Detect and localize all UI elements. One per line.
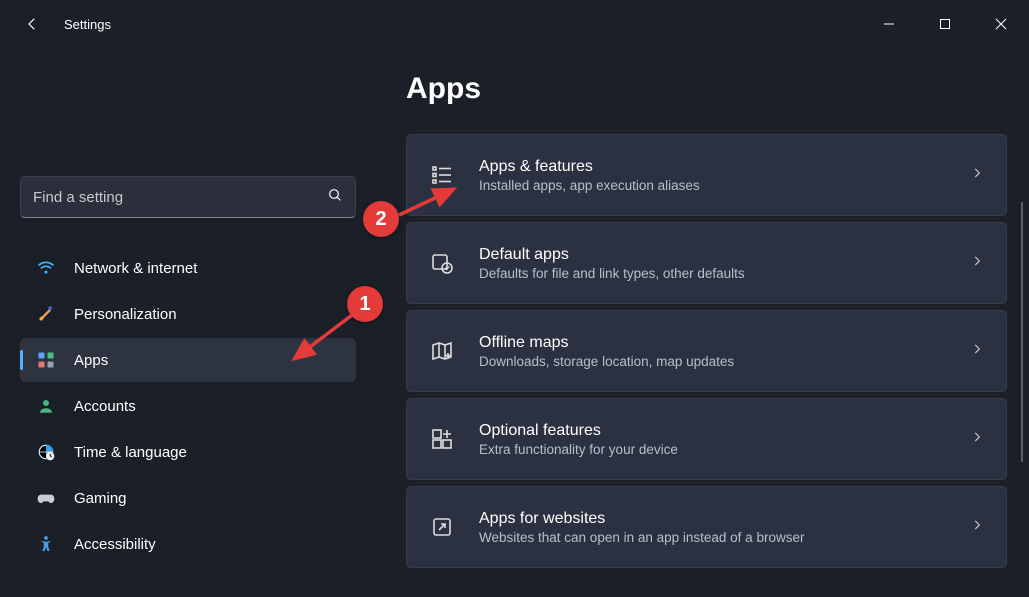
sidebar-item-label: Accounts <box>74 398 136 415</box>
window-controls <box>861 0 1029 48</box>
person-icon <box>36 396 56 416</box>
sidebar-item-personalization[interactable]: Personalization <box>20 292 356 336</box>
search-icon <box>327 187 343 208</box>
minimize-button[interactable] <box>861 0 917 48</box>
card-desc: Extra functionality for your device <box>479 442 970 457</box>
sidebar-item-label: Apps <box>74 352 108 369</box>
wifi-icon <box>36 258 56 278</box>
card-default-apps[interactable]: Default apps Defaults for file and link … <box>406 222 1007 304</box>
sidebar-item-time-language[interactable]: Time & language <box>20 430 356 474</box>
apps-icon <box>36 350 56 370</box>
sidebar-item-label: Network & internet <box>74 260 197 277</box>
accessibility-icon <box>36 534 56 554</box>
sidebar-item-label: Accessibility <box>74 536 156 553</box>
chevron-right-icon <box>970 342 984 361</box>
chevron-right-icon <box>970 518 984 537</box>
sidebar-item-network[interactable]: Network & internet <box>20 246 356 290</box>
card-desc: Downloads, storage location, map updates <box>479 354 970 369</box>
card-optional-features[interactable]: Optional features Extra functionality fo… <box>406 398 1007 480</box>
search-box[interactable] <box>20 176 356 218</box>
card-title: Apps for websites <box>479 510 970 528</box>
close-button[interactable] <box>973 0 1029 48</box>
card-apps-for-websites[interactable]: Apps for websites Websites that can open… <box>406 486 1007 568</box>
sidebar-item-gaming[interactable]: Gaming <box>20 476 356 520</box>
clock-globe-icon <box>36 442 56 462</box>
title-bar: Settings <box>0 0 1029 48</box>
sidebar-item-label: Time & language <box>74 444 187 461</box>
paintbrush-icon <box>36 304 56 324</box>
chevron-right-icon <box>970 430 984 449</box>
card-title: Offline maps <box>479 334 970 352</box>
sidebar-item-label: Personalization <box>74 306 177 323</box>
card-offline-maps[interactable]: Offline maps Downloads, storage location… <box>406 310 1007 392</box>
search-input[interactable] <box>33 189 327 206</box>
chevron-right-icon <box>970 254 984 273</box>
maximize-button[interactable] <box>917 0 973 48</box>
chevron-right-icon <box>970 166 984 185</box>
add-feature-icon <box>429 426 455 452</box>
card-desc: Websites that can open in an app instead… <box>479 530 970 545</box>
sidebar-item-accounts[interactable]: Accounts <box>20 384 356 428</box>
card-desc: Installed apps, app execution aliases <box>479 178 970 193</box>
window-title: Settings <box>64 17 111 32</box>
card-apps-features[interactable]: Apps & features Installed apps, app exec… <box>406 134 1007 216</box>
gamepad-icon <box>36 488 56 508</box>
card-title: Default apps <box>479 246 970 264</box>
sidebar-nav: Network & internet Personalization <box>20 246 356 566</box>
page-title: Apps <box>406 72 1007 106</box>
back-button[interactable] <box>20 12 44 36</box>
scrollbar[interactable] <box>1021 202 1023 462</box>
settings-card-list: Apps & features Installed apps, app exec… <box>406 134 1007 568</box>
card-desc: Defaults for file and link types, other … <box>479 266 970 281</box>
open-external-icon <box>429 514 455 540</box>
map-icon <box>429 338 455 364</box>
sidebar-item-apps[interactable]: Apps <box>20 338 356 382</box>
card-title: Optional features <box>479 422 970 440</box>
defaults-icon <box>429 250 455 276</box>
list-icon <box>429 162 455 188</box>
sidebar-item-accessibility[interactable]: Accessibility <box>20 522 356 566</box>
card-title: Apps & features <box>479 158 970 176</box>
sidebar-item-label: Gaming <box>74 490 127 507</box>
